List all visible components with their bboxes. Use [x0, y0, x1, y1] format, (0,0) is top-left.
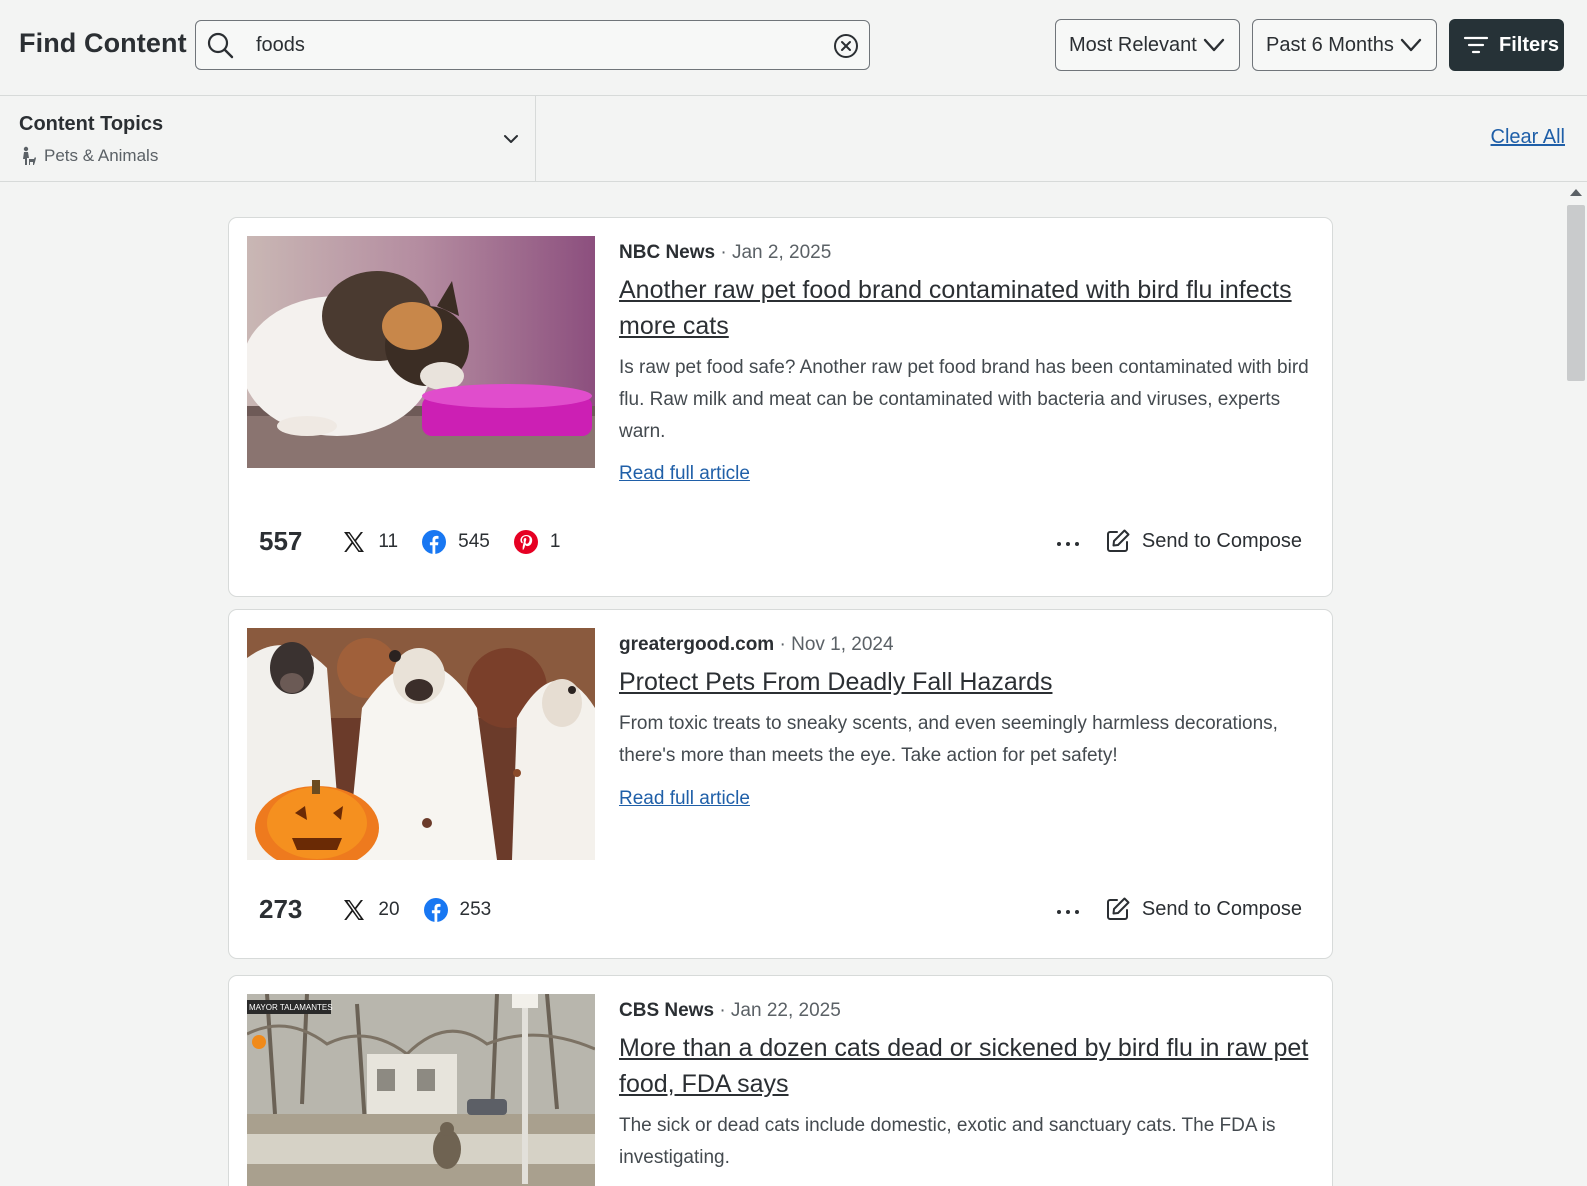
article-meta: CBS News · Jan 22, 2025	[619, 1000, 841, 1022]
article-card: NBC News · Jan 2, 2025 Another raw pet f…	[228, 217, 1333, 597]
more-options-button[interactable]	[1055, 896, 1081, 922]
content-topics-label: Content Topics	[19, 113, 164, 135]
facebook-logo-icon	[422, 529, 447, 554]
x-share-count: 20	[378, 898, 400, 920]
article-thumbnail[interactable]	[247, 236, 595, 468]
feed-scrollbar[interactable]	[1564, 183, 1587, 1186]
facebook-shares: 253	[423, 897, 492, 922]
article-source: NBC News	[619, 242, 716, 263]
send-to-compose-label: Send to Compose	[1141, 529, 1302, 552]
video-caption: MAYOR TALAMANTES	[249, 1003, 333, 1012]
facebook-logo-icon	[423, 897, 448, 922]
edit-pencil-icon	[1106, 897, 1130, 920]
top-header: Find Content Most Relevant Past 6 Months	[0, 0, 1587, 96]
search-input[interactable]	[256, 29, 816, 61]
share-stats: 557 11 545 1	[259, 526, 584, 557]
article-meta: greatergood.com · Nov 1, 2024	[619, 634, 894, 656]
card-actions: Send to Compose	[1055, 896, 1302, 922]
selected-topic: Pets & Animals	[19, 146, 158, 166]
sort-dropdown-label: Most Relevant	[1069, 33, 1197, 56]
meta-separator: ·	[720, 242, 732, 263]
article-source: CBS News	[619, 1000, 715, 1021]
article-description: The sick or dead cats include domestic, …	[619, 1115, 1276, 1168]
article-source: greatergood.com	[619, 634, 775, 655]
scroll-up-arrow-icon[interactable]	[1570, 189, 1582, 196]
search-box[interactable]	[195, 20, 870, 70]
send-to-compose-button[interactable]: Send to Compose	[1105, 528, 1302, 554]
pinterest-share-count: 1	[549, 530, 561, 552]
article-date: Jan 22, 2025	[730, 1000, 841, 1021]
x-logo-icon	[344, 531, 365, 552]
more-options-button[interactable]	[1055, 528, 1081, 554]
facebook-share-count: 253	[459, 898, 492, 920]
article-description: Is raw pet food safe? Another raw pet fo…	[619, 357, 1309, 442]
x-share-count: 11	[378, 530, 399, 552]
chevron-down-icon	[1203, 38, 1225, 52]
article-title[interactable]: Protect Pets From Deadly Fall Hazards	[619, 664, 1309, 700]
article-title[interactable]: Another raw pet food brand contaminated …	[619, 272, 1309, 344]
page-title: Find Content	[19, 28, 187, 58]
article-card: greatergood.com · Nov 1, 2024 Protect Pe…	[228, 609, 1333, 959]
article-description: From toxic treats to sneaky scents, and …	[619, 713, 1278, 766]
ellipsis-icon	[1056, 542, 1079, 546]
facebook-share-count: 545	[458, 530, 490, 552]
total-shares: 273	[259, 894, 303, 924]
chevron-down-icon	[504, 135, 518, 143]
article-title[interactable]: More than a dozen cats dead or sickened …	[619, 1030, 1309, 1102]
filters-button-label: Filters	[1499, 33, 1560, 56]
edit-pencil-icon	[1106, 529, 1130, 552]
selected-topic-label: Pets & Animals	[44, 146, 159, 165]
clear-all-link[interactable]: Clear All	[1491, 126, 1565, 149]
article-meta: NBC News · Jan 2, 2025	[619, 242, 831, 264]
scrollbar-thumb[interactable]	[1567, 205, 1585, 381]
sort-dropdown[interactable]: Most Relevant	[1055, 19, 1240, 71]
filters-button[interactable]: Filters	[1449, 19, 1564, 71]
street-cat-video-still-image: MAYOR TALAMANTES	[247, 994, 595, 1186]
ellipsis-icon	[1056, 910, 1079, 914]
article-feed: NBC News · Jan 2, 2025 Another raw pet f…	[0, 183, 1564, 1186]
person-with-dog-icon	[23, 146, 36, 165]
content-topics-selector[interactable]: Content Topics Pets & Animals	[0, 96, 536, 182]
date-range-dropdown[interactable]: Past 6 Months	[1252, 19, 1437, 71]
meta-separator: ·	[779, 634, 792, 655]
meta-separator: ·	[719, 1000, 731, 1021]
total-shares: 557	[259, 526, 303, 556]
article-card: MAYOR TALAMANTES CBS News · Jan 22, 2025…	[228, 975, 1333, 1186]
read-full-article-link[interactable]: Read full article	[619, 463, 750, 485]
read-full-article-link[interactable]: Read full article	[619, 788, 750, 810]
clear-circle-icon[interactable]	[833, 33, 859, 59]
x-logo-icon	[344, 899, 365, 920]
article-thumbnail[interactable]: MAYOR TALAMANTES	[247, 994, 595, 1186]
article-thumbnail[interactable]	[247, 628, 595, 860]
article-date: Nov 1, 2024	[791, 634, 894, 655]
share-stats: 273 20 253	[259, 894, 515, 925]
x-shares: 11	[342, 530, 398, 554]
card-actions: Send to Compose	[1055, 528, 1302, 554]
send-to-compose-label: Send to Compose	[1141, 897, 1302, 920]
date-range-label: Past 6 Months	[1266, 33, 1394, 56]
cat-eating-image	[247, 236, 595, 468]
facebook-shares: 545	[422, 529, 490, 554]
dogs-in-ghost-costumes-image	[247, 628, 595, 860]
chevron-down-icon	[1400, 38, 1422, 52]
pinterest-shares: 1	[513, 529, 561, 554]
send-to-compose-button[interactable]: Send to Compose	[1105, 896, 1302, 922]
x-shares: 20	[342, 898, 400, 922]
topic-bar: Content Topics Pets & Animals Clear All	[0, 96, 1587, 182]
search-icon	[207, 32, 234, 59]
article-date: Jan 2, 2025	[731, 242, 832, 263]
pinterest-logo-icon	[513, 529, 538, 554]
filter-lines-icon	[1463, 36, 1489, 54]
